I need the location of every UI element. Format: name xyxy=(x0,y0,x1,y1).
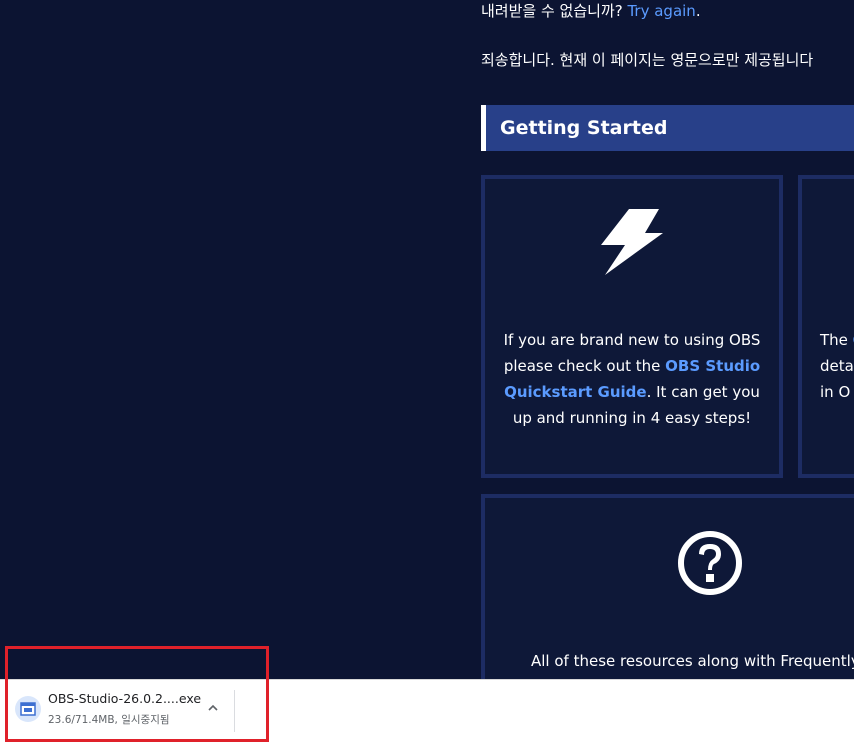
lightning-bolt-icon xyxy=(601,209,663,275)
download-status: 23.6/71.4MB, 일시중지됨 xyxy=(48,714,170,726)
overview-line2: deta xyxy=(820,357,854,375)
overview-card: The O deta in O xyxy=(798,175,854,478)
overview-text: The O deta in O xyxy=(820,327,854,405)
download-question: 내려받을 수 없습니까? xyxy=(481,2,628,20)
overview-line1: The xyxy=(820,331,853,349)
resources-text: All of these resources along with Freque… xyxy=(531,652,854,670)
download-divider xyxy=(234,690,235,732)
overview-line3: in O xyxy=(820,383,851,401)
download-file-name: OBS-Studio-26.0.2....exe xyxy=(48,691,202,706)
download-period: . xyxy=(695,2,701,20)
download-bar: OBS-Studio-26.0.2....exe 23.6/71.4MB, 일시… xyxy=(0,679,854,744)
download-item[interactable]: OBS-Studio-26.0.2....exe 23.6/71.4MB, 일시… xyxy=(8,684,236,734)
installer-file-icon xyxy=(15,696,41,722)
download-options-button[interactable] xyxy=(202,696,224,720)
section-title: Getting Started xyxy=(500,117,668,139)
quickstart-card: If you are brand new to using OBS please… xyxy=(481,175,783,478)
page: 내려받을 수 없습니까? Try again. 죄송합니다. 현재 이 페이지는… xyxy=(0,0,854,744)
download-help-line: 내려받을 수 없습니까? Try again. xyxy=(481,1,701,21)
question-circle-icon xyxy=(678,531,742,595)
chevron-up-icon xyxy=(208,704,218,711)
section-header: Getting Started xyxy=(481,105,854,151)
language-notice: 죄송합니다. 현재 이 페이지는 영문으로만 제공됩니다 xyxy=(481,51,814,69)
quickstart-text: If you are brand new to using OBS please… xyxy=(485,327,779,431)
try-again-link[interactable]: Try again xyxy=(627,2,695,20)
